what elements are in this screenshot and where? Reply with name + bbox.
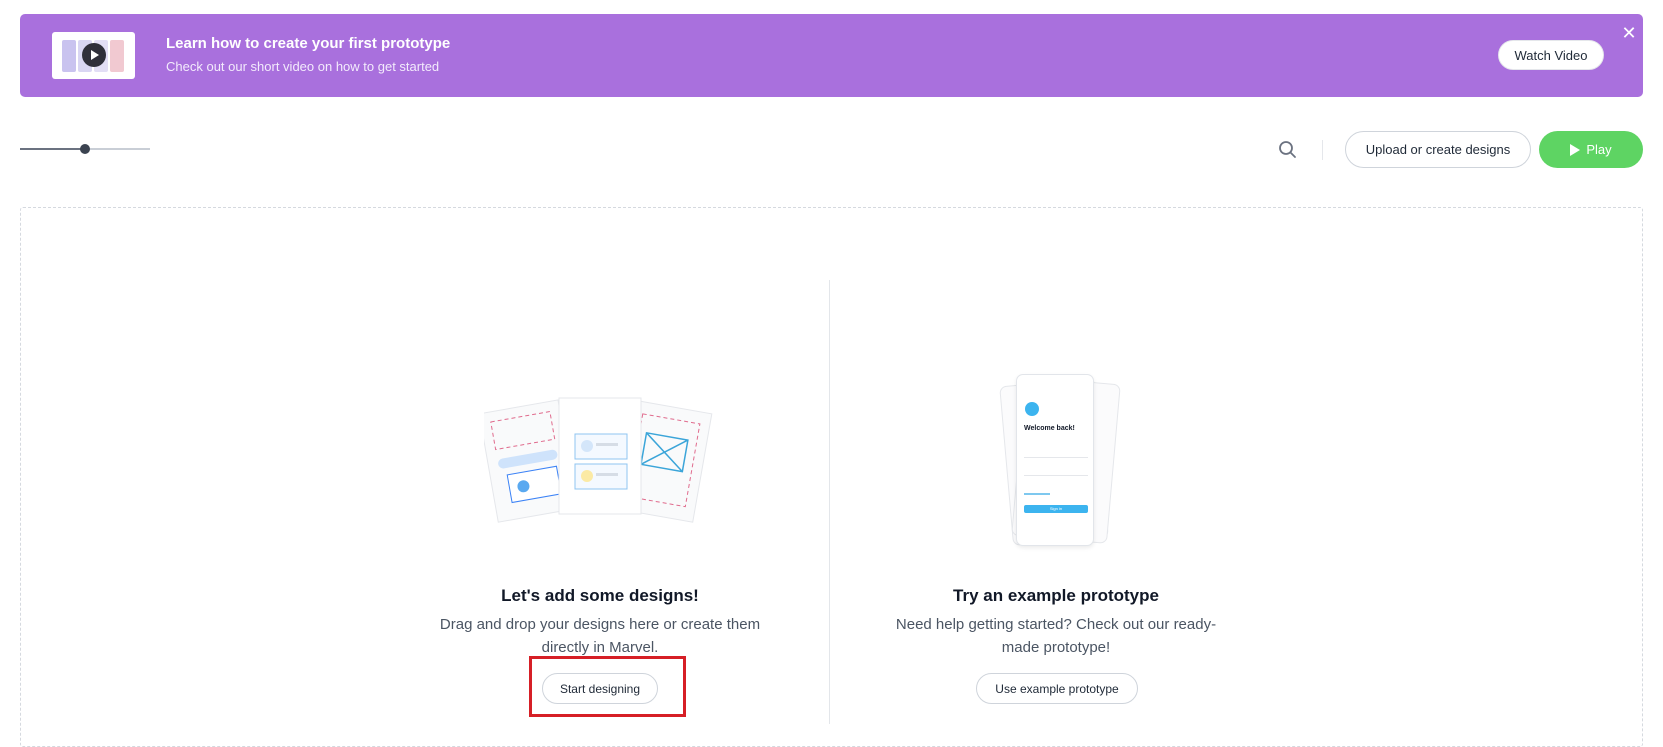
designs-title: Let's add some designs! (501, 586, 699, 605)
panel-divider (829, 280, 830, 724)
banner-subtitle: Check out our short video on how to get … (166, 59, 440, 74)
app-logo-icon (1025, 402, 1039, 416)
thumbnail-screen (62, 40, 76, 72)
highlight-box (529, 656, 686, 717)
phone-link (1024, 493, 1050, 495)
example-title: Try an example prototype (953, 586, 1159, 605)
thumbnail-screen (110, 40, 124, 72)
banner-title: Learn how to create your first prototype (166, 35, 451, 52)
phone-sign-in-button: Sign in (1024, 505, 1088, 513)
zoom-slider-fill (20, 148, 85, 150)
play-icon (1570, 143, 1581, 156)
designs-dropzone[interactable] (20, 207, 1643, 747)
use-example-prototype-button[interactable]: Use example prototype (976, 673, 1138, 704)
play-video-icon[interactable] (82, 43, 106, 67)
watch-video-button[interactable]: Watch Video (1498, 40, 1604, 70)
search-icon[interactable] (1277, 139, 1299, 161)
play-button[interactable]: Play (1539, 131, 1643, 168)
example-prototype-illustration: Welcome back! Sign in (999, 372, 1121, 550)
zoom-slider[interactable] (20, 142, 150, 156)
upload-or-create-button[interactable]: Upload or create designs (1345, 131, 1531, 168)
play-button-label: Play (1586, 142, 1612, 157)
phone-screen: Welcome back! Sign in (1016, 374, 1094, 546)
phone-input-line (1024, 457, 1088, 458)
example-description: Need help getting started? Check out our… (895, 616, 1217, 656)
promo-banner: Learn how to create your first prototype… (20, 14, 1643, 97)
phone-input-line (1024, 475, 1088, 476)
designs-illustration (484, 397, 713, 523)
video-thumbnail[interactable] (52, 32, 135, 79)
phone-heading: Welcome back! (1024, 425, 1075, 432)
zoom-slider-handle[interactable] (80, 144, 90, 154)
designs-description: Drag and drop your designs here or creat… (439, 616, 761, 656)
close-icon[interactable]: ✕ (1620, 24, 1638, 42)
toolbar-divider (1322, 140, 1323, 160)
